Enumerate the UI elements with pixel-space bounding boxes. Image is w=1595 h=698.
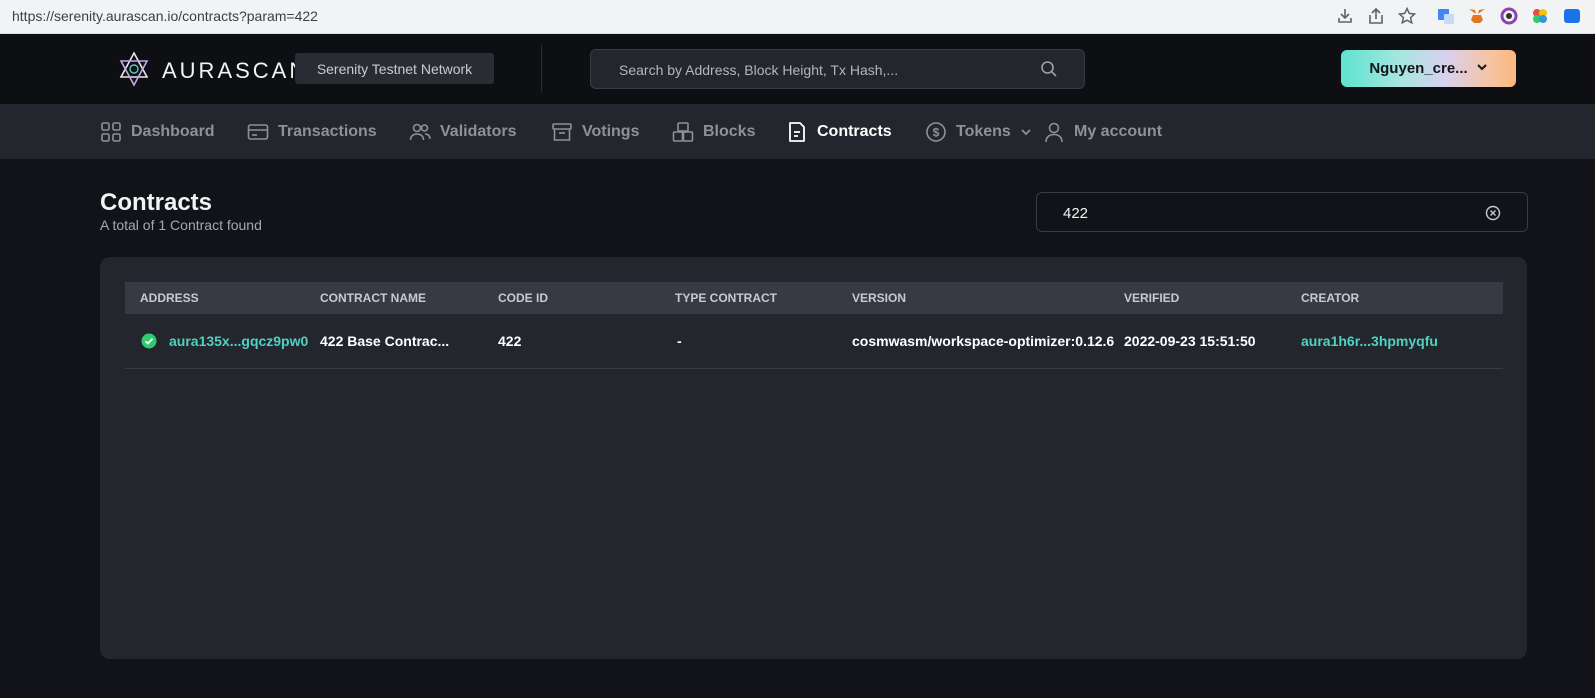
color-ring-extension-icon[interactable]: [1499, 6, 1519, 26]
type-contract-cell: -: [677, 333, 682, 349]
account-name: Nguyen_cre...: [1369, 60, 1468, 77]
nav-item-validators[interactable]: Validators: [409, 104, 516, 159]
chevron-down-icon: [1476, 60, 1488, 77]
network-badge: Serenity Testnet Network: [295, 53, 494, 84]
column-header-verified: VERIFIED: [1124, 291, 1180, 305]
nav-label: Blocks: [703, 122, 756, 140]
header-divider: [541, 45, 542, 92]
site-header: AURASCAN Serenity Testnet Network Nguyen…: [0, 34, 1595, 104]
document-icon: [786, 121, 808, 143]
extension-icon[interactable]: [1562, 6, 1582, 26]
card-icon: [247, 121, 269, 143]
metamask-extension-icon[interactable]: [1467, 6, 1487, 26]
column-header-creator: CREATOR: [1301, 291, 1360, 305]
contracts-table-card: ADDRESS CONTRACT NAME CODE ID TYPE CONTR…: [100, 257, 1527, 659]
code-id-cell: 422: [498, 333, 522, 349]
nav-item-dashboard[interactable]: Dashboard: [100, 104, 215, 159]
table-row[interactable]: aura135x...gqcz9pw0 422 Base Contrac... …: [125, 314, 1503, 369]
column-header-version: VERSION: [852, 291, 907, 305]
verified-check-icon: [141, 333, 157, 349]
page-title: Contracts: [100, 189, 213, 216]
logo-text[interactable]: AURASCAN: [162, 58, 308, 84]
nav-item-contracts[interactable]: Contracts: [786, 104, 892, 159]
nav-label: My account: [1074, 122, 1163, 140]
creator-address-link[interactable]: aura1h6r...3hpmyqfu: [1301, 314, 1438, 368]
contract-name-cell: 422 Base Contrac...: [320, 333, 450, 349]
bookmark-star-icon[interactable]: [1397, 6, 1417, 26]
nav-label: Dashboard: [131, 122, 215, 140]
nav-label: Transactions: [278, 122, 377, 140]
main-nav: Dashboard Transactions Validators Voting…: [0, 104, 1595, 159]
blocks-icon: [672, 121, 694, 143]
archive-icon: [551, 121, 573, 143]
nav-item-transactions[interactable]: Transactions: [247, 104, 377, 159]
nav-item-votings[interactable]: Votings: [551, 104, 639, 159]
result-count: A total of 1 Contract found: [100, 217, 262, 233]
clear-icon[interactable]: [1485, 205, 1501, 221]
contract-search-input[interactable]: [1061, 193, 1465, 233]
column-header-type-contract: TYPE CONTRACT: [675, 291, 777, 305]
user-icon: [1043, 121, 1065, 143]
aurascan-logo-icon[interactable]: [116, 51, 152, 87]
column-header-address: ADDRESS: [140, 291, 199, 305]
nav-item-blocks[interactable]: Blocks: [672, 104, 755, 159]
nav-label: Validators: [440, 122, 517, 140]
grid-icon: [100, 121, 122, 143]
translate-extension-icon[interactable]: [1436, 6, 1456, 26]
contract-filter: [1036, 192, 1528, 233]
version-cell: cosmwasm/workspace-optimizer:0.12.6: [852, 333, 1115, 349]
verified-date-cell: 2022-09-23 15:51:50: [1124, 333, 1256, 349]
svg-text:$: $: [933, 125, 940, 139]
column-header-contract-name: CONTRACT NAME: [320, 291, 426, 305]
color-picker-extension-icon[interactable]: [1530, 6, 1550, 26]
account-button[interactable]: Nguyen_cre...: [1341, 50, 1516, 87]
address-bar[interactable]: https://serenity.aurascan.io/contracts?p…: [12, 8, 318, 24]
nav-item-tokens[interactable]: $ Tokens: [925, 104, 1032, 159]
users-icon: [409, 121, 431, 143]
chevron-down-icon: [1020, 126, 1032, 138]
contract-address-link[interactable]: aura135x...gqcz9pw0: [169, 314, 308, 368]
global-search: [590, 49, 1085, 90]
column-header-code-id: CODE ID: [498, 291, 549, 305]
coin-icon: $: [925, 121, 947, 143]
search-icon[interactable]: [1040, 60, 1058, 78]
nav-label: Votings: [582, 122, 640, 140]
search-input[interactable]: [617, 50, 1041, 90]
download-icon[interactable]: [1335, 6, 1355, 26]
nav-item-my-account[interactable]: My account: [1043, 104, 1162, 159]
table-header: ADDRESS CONTRACT NAME CODE ID TYPE CONTR…: [125, 282, 1503, 314]
share-icon[interactable]: [1366, 6, 1386, 26]
nav-label: Contracts: [817, 122, 892, 140]
nav-label: Tokens: [956, 122, 1011, 140]
browser-toolbar: https://serenity.aurascan.io/contracts?p…: [0, 0, 1595, 34]
